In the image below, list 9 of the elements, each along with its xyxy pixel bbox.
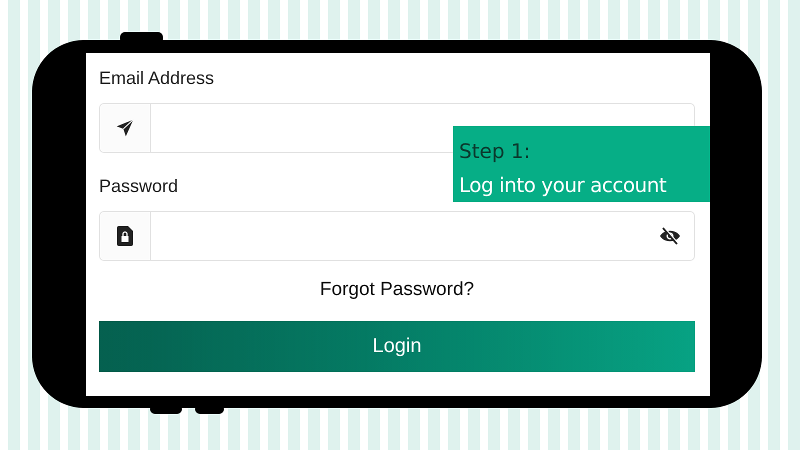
paper-plane-icon (115, 118, 135, 138)
forgot-password-link[interactable]: Forgot Password? (320, 279, 474, 301)
password-field[interactable] (99, 211, 695, 261)
field-label: Password (99, 175, 178, 198)
callout-text: Log into your account (459, 172, 668, 199)
lock-document-icon (117, 226, 133, 246)
callout-title: Step 1: (459, 138, 532, 165)
field-label: Email Address (99, 67, 214, 90)
login-button[interactable]: Login (99, 321, 695, 372)
